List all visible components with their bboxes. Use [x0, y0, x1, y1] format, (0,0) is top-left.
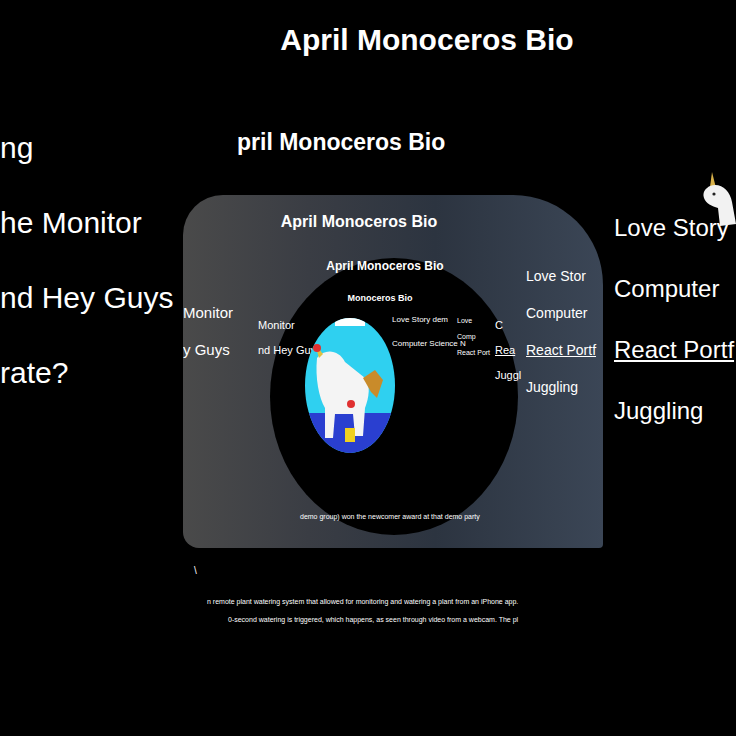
nav-link[interactable]: Love Story	[614, 213, 734, 243]
unicorn-picture	[305, 318, 395, 453]
right-nav: Love Story Computer React Portf Juggling	[614, 213, 734, 426]
caption: 0-second watering is triggered, which ha…	[200, 615, 518, 625]
frame-left-nav: Monitor y Guys	[183, 304, 233, 359]
left-nav: ng he Monitor nd Hey Guys rate?	[0, 130, 173, 391]
nav-link[interactable]: Rea	[495, 343, 521, 357]
page-title: April Monoceros Bio	[118, 22, 736, 58]
nav-link[interactable]: Love	[457, 316, 490, 325]
mark: \	[194, 565, 197, 577]
nav-link[interactable]: React Portf	[614, 335, 734, 365]
deep-nav: Love Comp React Port	[457, 316, 490, 357]
nav-link[interactable]: nd Hey Guys	[0, 280, 173, 316]
nav-link[interactable]: rate?	[0, 355, 173, 391]
circle-subtitle: Monoceros Bio	[300, 292, 460, 304]
nav-link[interactable]: Monitor	[258, 319, 322, 332]
nav-link[interactable]: C	[495, 318, 521, 332]
nav-link[interactable]: Monitor	[183, 304, 233, 322]
frame-title: April Monoceros Bio	[183, 212, 535, 232]
caption: n remote plant watering system that allo…	[200, 597, 518, 607]
nav-link[interactable]: Juggling	[526, 378, 596, 396]
nav-link[interactable]: he Monitor	[0, 205, 173, 241]
inner-right-nav: C Rea Juggl	[495, 318, 521, 382]
circle-caption: demo group) won the newcomer award at th…	[300, 512, 480, 522]
nav-link[interactable]: Love Story dem	[392, 315, 466, 325]
nav-link[interactable]: Comp	[457, 332, 490, 341]
bio-page: April Monoceros Bio ng he Monitor nd Hey Gu…	[0, 0, 736, 736]
frame-right-nav: Love Stor Computer React Portf Juggling	[526, 267, 596, 396]
captions: n remote plant watering system that allo…	[200, 597, 518, 625]
nav-link[interactable]: Juggl	[495, 368, 521, 382]
nav-link[interactable]: ng	[0, 130, 173, 166]
nav-link[interactable]: Juggling	[614, 396, 734, 426]
nav-link[interactable]: Computer	[526, 304, 596, 322]
nav-link[interactable]: React Port	[457, 348, 490, 357]
nav-link[interactable]: Love Stor	[526, 267, 596, 285]
circle-title: April Monoceros Bio	[285, 259, 485, 273]
nav-link[interactable]: Computer Science N	[392, 339, 466, 349]
unicorn-icon	[698, 170, 736, 228]
nav-link[interactable]: Computer	[614, 274, 734, 304]
circle-nav: Love Story dem Computer Science N	[392, 315, 466, 349]
echo-title: pril Monoceros Bio	[237, 128, 445, 156]
nav-link[interactable]: React Portf	[526, 341, 596, 359]
nav-link[interactable]: y Guys	[183, 341, 233, 359]
